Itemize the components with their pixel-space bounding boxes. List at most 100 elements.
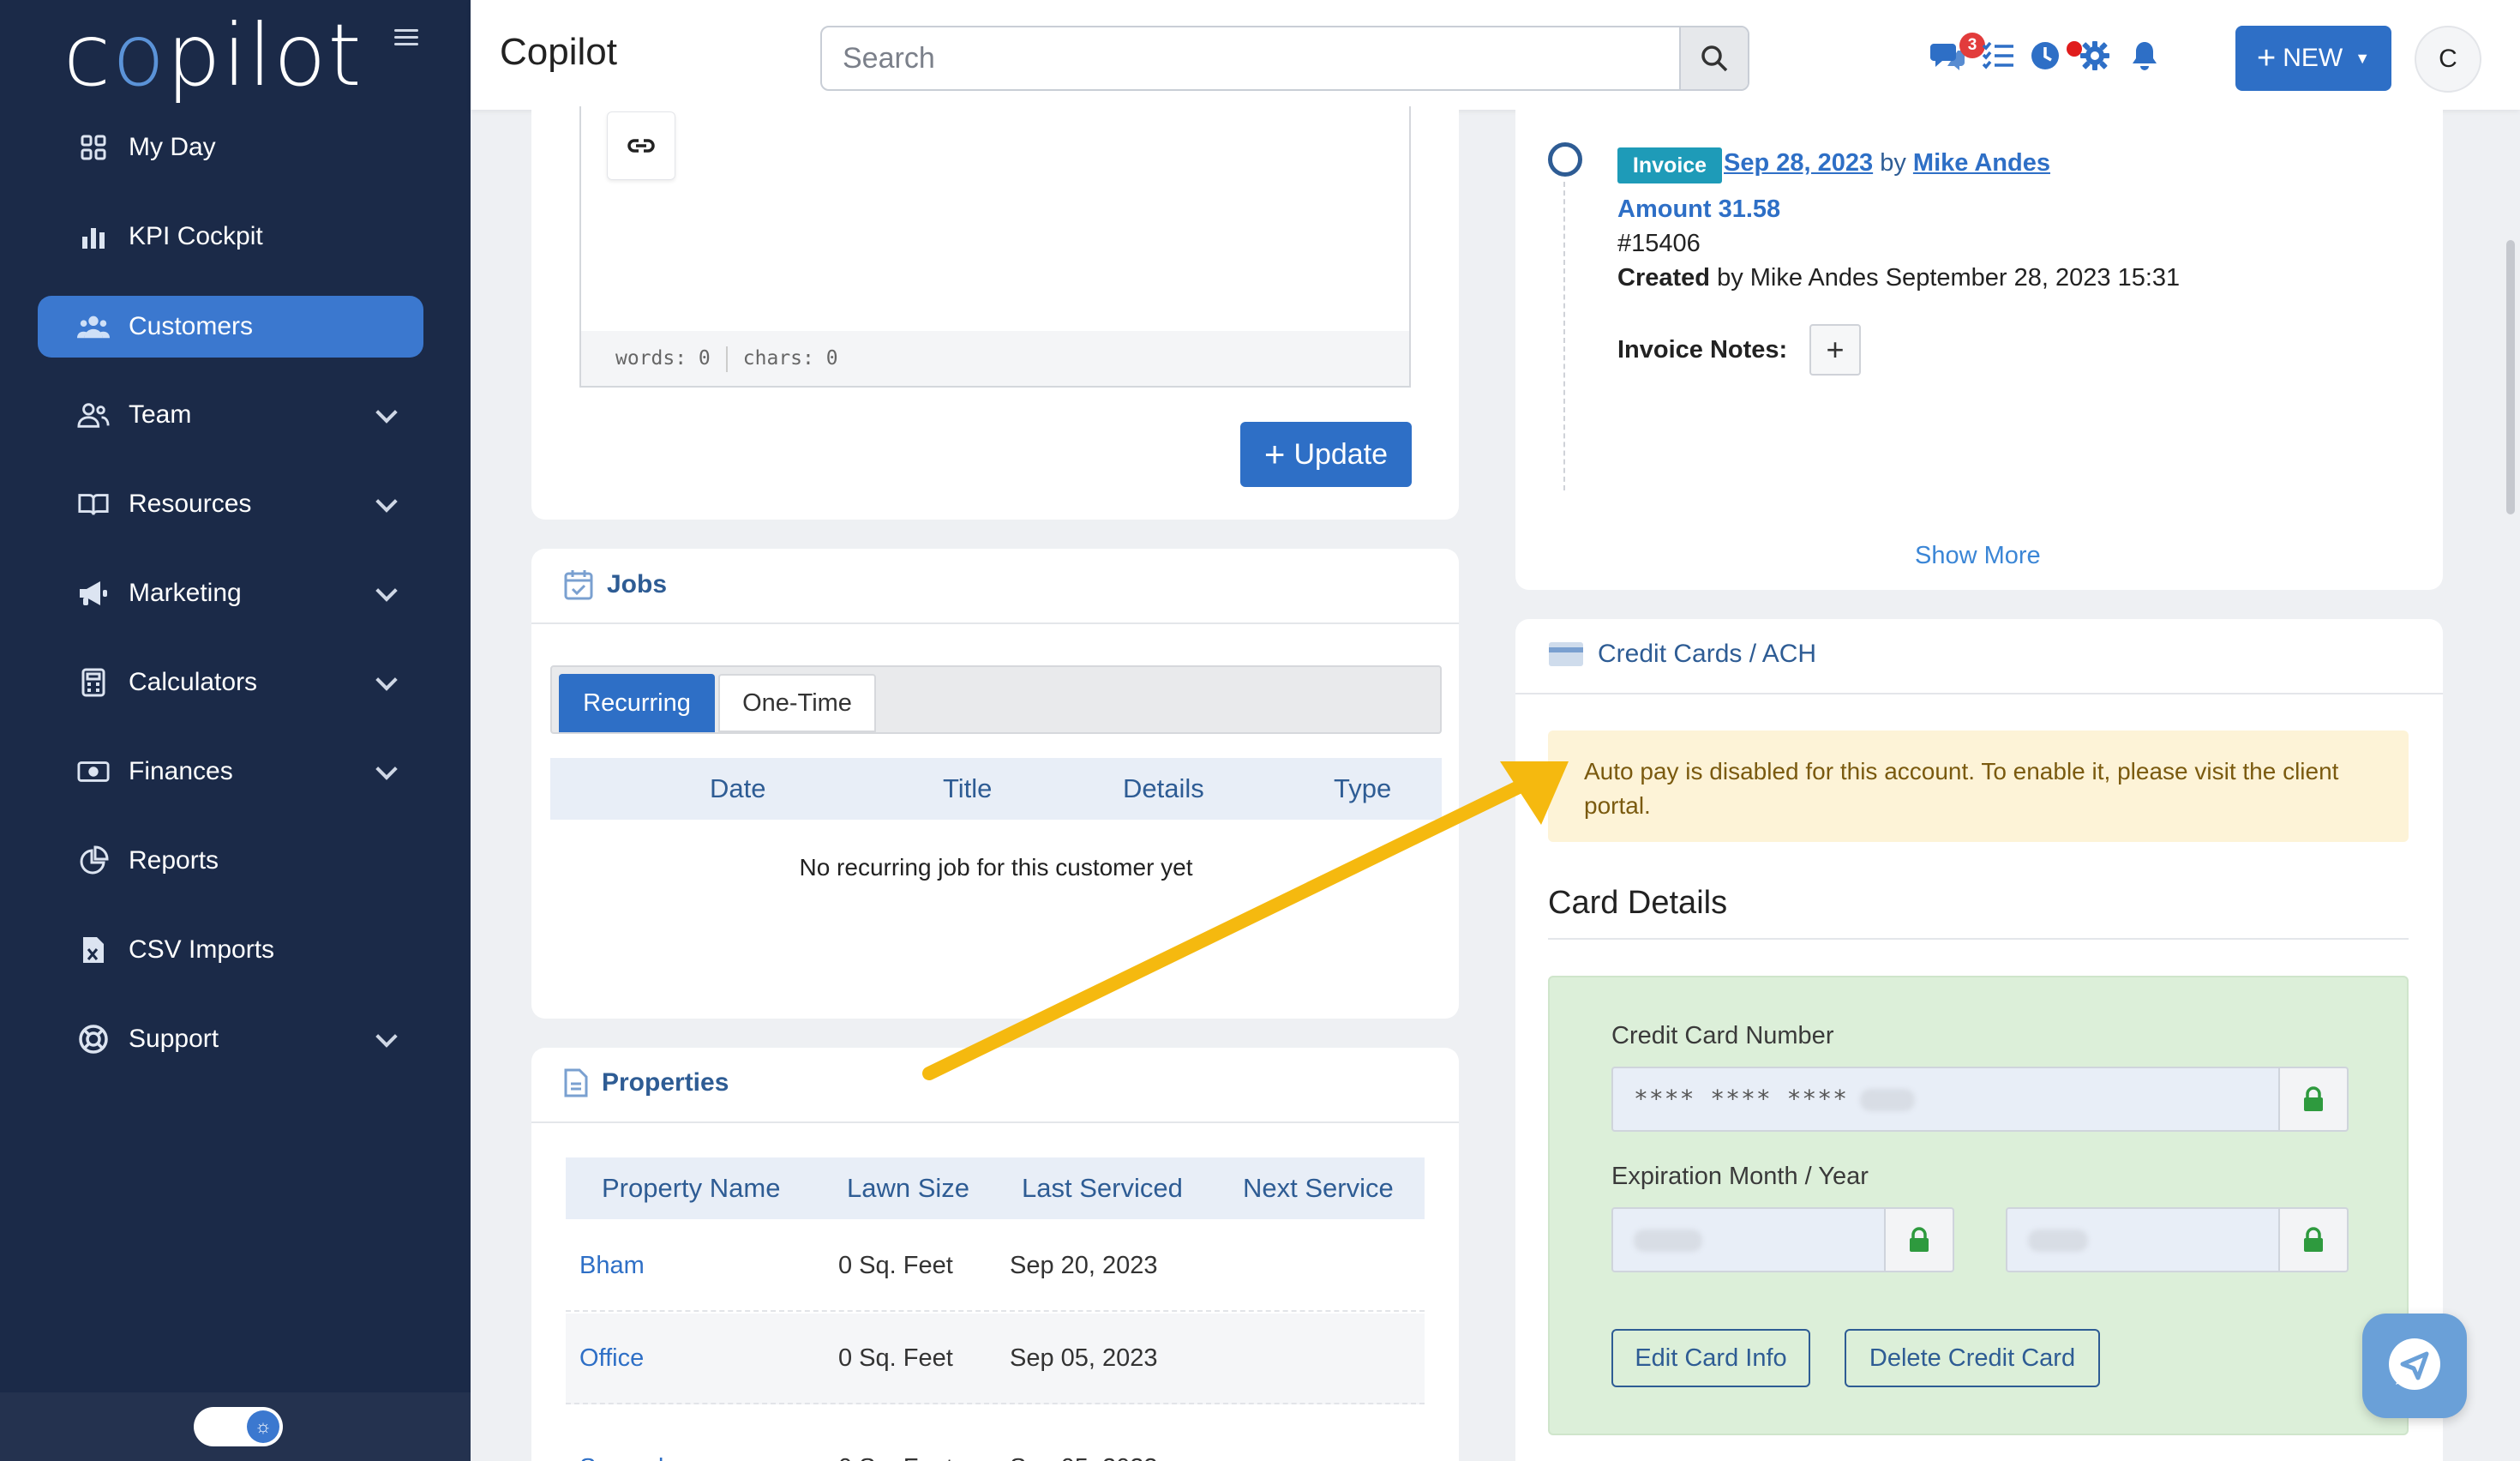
search-button[interactable] [1679, 27, 1748, 89]
lawn-size: 0 Sq. Feet [838, 1423, 953, 1461]
user-avatar[interactable]: C [2415, 26, 2481, 93]
sidebar-item-label: Marketing [129, 579, 242, 607]
lifebuoy-icon [77, 1024, 110, 1055]
sidebar-item-label: Reports [129, 846, 219, 875]
chevron-down-icon[interactable] [375, 401, 398, 424]
sidebar-item-kpi-cockpit[interactable]: KPI Cockpit [38, 206, 423, 268]
update-button[interactable]: + Update [1240, 422, 1412, 487]
sidebar-item-resources[interactable]: Resources [38, 473, 423, 535]
sidebar-item-label: Resources [129, 490, 252, 518]
chevron-down-icon[interactable] [375, 669, 398, 691]
sidebar-item-customers[interactable]: Customers [38, 296, 423, 358]
last-serviced: Sep 05, 2023 [1010, 1423, 1158, 1461]
column-header[interactable]: Last Serviced [1022, 1157, 1183, 1219]
task-list-icon[interactable] [1980, 38, 2016, 74]
sidebar-item-label: My Day [129, 133, 216, 161]
invoice-created: Created by Mike Andes September 28, 2023… [1617, 264, 2181, 292]
sidebar-item-reports[interactable]: Reports [38, 830, 423, 892]
card-details-box: Credit Card Number **** **** **** Expira… [1548, 976, 2409, 1435]
column-header[interactable]: Date [710, 758, 765, 820]
book-icon [77, 489, 110, 520]
jobs-title: Jobs [564, 569, 667, 600]
caret-down-icon: ▼ [2355, 49, 2371, 67]
last-serviced: Sep 20, 2023 [1010, 1251, 1158, 1279]
tab-recurring[interactable]: Recurring [559, 674, 715, 732]
sidebar-item-calculators[interactable]: Calculators [38, 652, 423, 713]
annotation-arrow [922, 761, 1569, 1080]
insert-link-button[interactable] [607, 111, 675, 180]
property-name-link[interactable]: Office [579, 1314, 644, 1403]
sidebar-item-my-day[interactable]: My Day [38, 117, 423, 178]
timeline-header: Sep 28, 2023 by Mike Andes [1724, 149, 2050, 177]
hamburger-menu-icon[interactable] [394, 29, 418, 46]
search-input[interactable] [822, 27, 1662, 89]
chevron-down-icon[interactable] [375, 580, 398, 602]
page-title: Copilot [500, 31, 617, 73]
sidebar-item-label: Support [129, 1025, 219, 1053]
property-name-link[interactable]: Secondary [579, 1423, 699, 1461]
calculator-icon [77, 667, 110, 698]
expiration-month-field[interactable] [1611, 1207, 1886, 1272]
table-row[interactable]: Office 0 Sq. Feet Sep 05, 2023 [566, 1314, 1425, 1404]
last-serviced: Sep 05, 2023 [1010, 1344, 1158, 1372]
sidebar-item-finances[interactable]: Finances [38, 741, 423, 803]
link-icon [627, 139, 655, 153]
notes-editor[interactable]: words: 0 chars: 0 [579, 106, 1411, 388]
plus-icon: + [1263, 434, 1286, 474]
table-row[interactable]: Bham 0 Sq. Feet Sep 20, 2023 [566, 1221, 1425, 1312]
invoice-date-link[interactable]: Sep 28, 2023 [1724, 149, 1873, 177]
table-row[interactable]: Secondary 0 Sq. Feet Sep 05, 2023 [566, 1406, 1425, 1461]
show-more-link[interactable]: Show More [1915, 542, 2041, 570]
sidebar-item-label: CSV Imports [129, 935, 275, 964]
csv-file-icon [77, 935, 110, 965]
invoice-notes-label: Invoice Notes: [1617, 336, 1788, 364]
column-header[interactable]: Lawn Size [847, 1157, 969, 1219]
calendar-check-icon [564, 570, 593, 600]
sidebar-item-team[interactable]: Team [38, 384, 423, 446]
properties-divider [531, 1121, 1459, 1123]
card-number-field[interactable]: **** **** **** [1611, 1067, 2280, 1132]
sidebar-item-label: Customers [129, 312, 254, 340]
properties-table-header: Property Name Lawn Size Last Serviced Ne… [566, 1157, 1425, 1219]
copilot-logo[interactable]: copilot [63, 5, 363, 105]
property-name-link[interactable]: Bham [579, 1221, 645, 1310]
chevron-down-icon[interactable] [375, 1025, 398, 1048]
credit-cards-title: Credit Cards / ACH [1548, 640, 1816, 669]
chevron-down-icon[interactable] [375, 490, 398, 513]
new-button[interactable]: + NEW ▼ [2235, 26, 2391, 91]
properties-title: Properties [564, 1068, 729, 1097]
pie-chart-icon [77, 845, 110, 876]
gear-icon[interactable] [2077, 38, 2113, 74]
tab-one-time[interactable]: One-Time [718, 674, 876, 732]
edit-card-info-button[interactable]: Edit Card Info [1611, 1329, 1810, 1387]
column-header[interactable]: Next Service [1243, 1157, 1394, 1219]
megaphone-icon [77, 578, 110, 609]
invoice-amount: Amount 31.58 [1617, 195, 1781, 223]
sidebar-item-marketing[interactable]: Marketing [38, 562, 423, 624]
bell-icon[interactable] [2127, 38, 2163, 74]
page-scrollbar[interactable] [2506, 240, 2515, 514]
card-number-label: Credit Card Number [1611, 1022, 1834, 1049]
autopay-alert: Auto pay is disabled for this account. T… [1548, 730, 2409, 842]
users-icon [77, 311, 110, 342]
delete-credit-card-button[interactable]: Delete Credit Card [1845, 1329, 2100, 1387]
team-icon [77, 400, 110, 430]
expiration-year-field[interactable] [2006, 1207, 2280, 1272]
sidebar-item-support[interactable]: Support [38, 1008, 423, 1070]
chat-widget-button[interactable] [2362, 1314, 2467, 1418]
search-icon [1701, 45, 1728, 72]
theme-toggle[interactable]: ☼ [194, 1407, 283, 1446]
sidebar-item-label: Finances [129, 757, 233, 785]
add-invoice-note-button[interactable]: + [1809, 324, 1861, 376]
lock-icon [1886, 1207, 1954, 1272]
author-link[interactable]: Mike Andes [1913, 149, 2050, 177]
clock-icon[interactable] [2027, 38, 2063, 74]
search-box [820, 26, 1749, 91]
sidebar-item-csv-imports[interactable]: CSV Imports [38, 919, 423, 981]
column-header[interactable]: Property Name [602, 1157, 780, 1219]
jobs-tabs: Recurring One-Time [550, 665, 1442, 734]
invoice-number: #15406 [1617, 230, 1701, 257]
expiration-label: Expiration Month / Year [1611, 1163, 1869, 1190]
lawn-size: 0 Sq. Feet [838, 1251, 953, 1279]
chevron-down-icon[interactable] [375, 758, 398, 780]
